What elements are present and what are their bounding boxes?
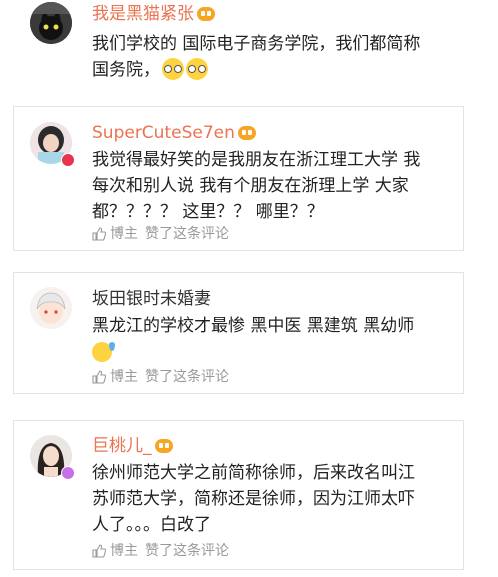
anime-boy-avatar-icon: [30, 287, 72, 329]
comment-line: 我觉得最好笑的是我朋友在浙江理工大学 我: [92, 150, 421, 170]
comment-line: 我们学校的 国际电子商务学院，我们都简称: [92, 34, 421, 54]
nerd-glasses-emoji-icon: [186, 58, 208, 80]
author-liked-row: 博主 赞了这条评论: [92, 225, 229, 243]
username[interactable]: 我是黑猫紧张: [92, 4, 215, 24]
black-cat-avatar-icon: [30, 2, 72, 44]
comment-text: 黑龙江的学校才最惨 黑中医 黑建筑 黑幼师: [92, 313, 414, 363]
comment-text: 徐州师范大学之前简称徐师，后来改名叫江 苏师范大学，简称还是徐师，因为江师太吓 …: [92, 460, 415, 538]
thumbs-up-icon[interactable]: [92, 544, 106, 558]
sweat-emoji-icon: [92, 342, 115, 362]
username[interactable]: 坂田银时未婚妻: [92, 289, 211, 309]
comment-card: 我是黑猫紧张 我们学校的 国际电子商务学院，我们都简称 国务院，: [13, 0, 464, 92]
comment-card: 坂田银时未婚妻 黑龙江的学校才最惨 黑中医 黑建筑 黑幼师 博主 赞了这条评论: [13, 272, 464, 394]
liked-label: 赞了这条评论: [145, 226, 229, 242]
author-label: 博主: [110, 226, 138, 242]
comment-card: 巨桃儿_ 徐州师范大学之前简称徐师，后来改名叫江 苏师范大学，简称还是徐师，因为…: [13, 420, 464, 570]
verified-badge-icon: [61, 153, 75, 167]
comment-line: [92, 339, 414, 363]
comment-card: SuperCuteSe7en 我觉得最好笑的是我朋友在浙江理工大学 我 每次和别…: [13, 106, 464, 251]
comment-text: 我觉得最好笑的是我朋友在浙江理工大学 我 每次和别人说 我有个朋友在浙理上学 大…: [92, 147, 420, 225]
verified-badge-icon: [61, 466, 75, 480]
comment-line: 人了。。。白改了: [92, 515, 211, 535]
author-liked-row: 博主 赞了这条评论: [92, 368, 229, 386]
comment-line: 苏师范大学，简称还是徐师，因为江师太吓: [92, 489, 415, 509]
comment-line: 黑龙江的学校才最惨 黑中医 黑建筑 黑幼师: [92, 316, 415, 336]
vip-badge-icon: [237, 126, 256, 140]
comment-line: 徐州师范大学之前简称徐师，后来改名叫江: [92, 463, 415, 483]
avatar[interactable]: [30, 2, 72, 44]
comment-text: 我们学校的 国际电子商务学院，我们都简称 国务院，: [92, 31, 420, 83]
username[interactable]: SuperCuteSe7en: [92, 123, 256, 143]
comment-line: 都？？？？ 这里？？ 哪里？？: [92, 202, 324, 222]
vip-badge-icon: [197, 7, 215, 21]
liked-label: 赞了这条评论: [145, 369, 229, 385]
thumbs-up-icon[interactable]: [92, 370, 106, 384]
author-label: 博主: [110, 369, 138, 385]
comment-line: 国务院，: [92, 57, 420, 83]
liked-label: 赞了这条评论: [145, 543, 229, 559]
thumbs-up-icon[interactable]: [92, 227, 106, 241]
username[interactable]: 巨桃儿_: [92, 436, 173, 456]
author-liked-row: 博主 赞了这条评论: [92, 542, 229, 560]
vip-badge-icon: [154, 439, 173, 453]
nerd-glasses-emoji-icon: [162, 58, 184, 80]
avatar[interactable]: [30, 287, 72, 329]
comment-line: 每次和别人说 我有个朋友在浙理上学 大家: [92, 176, 409, 196]
author-label: 博主: [110, 543, 138, 559]
